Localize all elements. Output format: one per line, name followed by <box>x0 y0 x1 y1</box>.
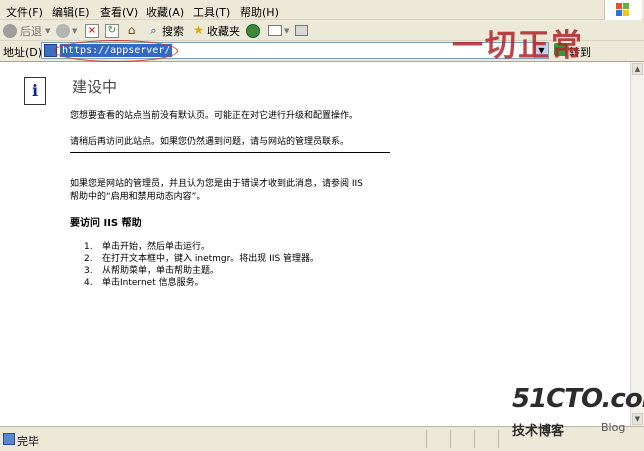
back-icon <box>3 23 17 38</box>
windows-logo-icon <box>616 3 629 16</box>
home-button[interactable]: ⌂ <box>125 22 138 39</box>
list-item: 4. 单击Internet 信息服务。 <box>84 278 204 288</box>
mail-icon <box>268 25 282 36</box>
history-icon <box>246 23 260 38</box>
menu-help[interactable]: 帮助(H) <box>240 4 279 20</box>
print-icon <box>295 25 308 36</box>
favorites-label: 收藏夹 <box>207 24 240 38</box>
menu-tools[interactable]: 工具(T) <box>193 4 230 20</box>
paragraph-admin-line1: 如果您是网站的管理员，并且认为您是由于错误才收到此消息，请参阅 IIS <box>70 179 363 189</box>
paragraph-status: 您想要查看的站点当前没有默认页。可能正在对它进行升级和配置操作。 <box>70 111 359 121</box>
vertical-scrollbar[interactable]: ▲ ▼ <box>630 62 644 426</box>
status-separator <box>450 430 451 448</box>
favorites-button[interactable]: ★ 收藏夹 <box>192 22 240 39</box>
watermark-blog: 技术博客 <box>512 424 565 439</box>
menu-favorites[interactable]: 收藏(A) <box>146 4 184 20</box>
menu-view[interactable]: 查看(V) <box>100 4 138 20</box>
forward-icon <box>56 23 70 38</box>
history-button[interactable] <box>246 22 260 39</box>
search-label: 搜索 <box>162 24 184 38</box>
home-icon: ⌂ <box>127 23 136 37</box>
scroll-up-icon[interactable]: ▲ <box>632 63 643 75</box>
stop-icon: × <box>85 23 99 38</box>
list-item: 2. 在打开文本框中，键入 inetmgr。将出现 IIS 管理器。 <box>84 254 320 264</box>
paragraph-retry: 请稍后再访问此站点。如果您仍然遇到问题，请与网站的管理员联系。 <box>70 137 350 147</box>
page-done-icon <box>3 433 15 445</box>
stamp-overlay: 一切正常 <box>452 28 584 64</box>
info-icon: i <box>24 77 46 105</box>
refresh-icon: ↻ <box>105 23 119 38</box>
status-separator <box>498 430 499 448</box>
chevron-down-icon: ▼ <box>45 26 51 35</box>
list-item: 1. 单击开始，然后单击运行。 <box>84 242 211 252</box>
refresh-button[interactable]: ↻ <box>105 22 119 39</box>
status-separator <box>474 430 475 448</box>
page-content: i 建设中 您想要查看的站点当前没有默认页。可能正在对它进行升级和配置操作。 请… <box>0 62 630 426</box>
divider <box>70 152 390 153</box>
stop-button[interactable]: × <box>85 22 99 39</box>
windows-logo <box>604 0 642 20</box>
status-text: 完毕 <box>17 435 39 448</box>
chevron-down-icon: ▼ <box>72 26 78 35</box>
search-icon: ⌕ <box>150 24 157 37</box>
help-heading: 要访问 IIS 帮助 <box>70 218 142 229</box>
print-button[interactable] <box>295 22 308 39</box>
paragraph-admin-line2: 帮助中的“启用和禁用动态内容”。 <box>70 192 206 202</box>
scroll-down-icon[interactable]: ▼ <box>632 413 643 425</box>
back-label: 后退 <box>20 24 42 38</box>
watermark-site: 51CTO.com <box>512 384 644 414</box>
list-item: 3. 从帮助菜单，单击帮助主题。 <box>84 266 220 276</box>
forward-button[interactable]: ▼ <box>56 22 77 39</box>
page-title: 建设中 <box>72 78 118 96</box>
back-button[interactable]: 后退 ▼ <box>3 22 50 39</box>
menu-file[interactable]: 文件(F) <box>6 4 43 20</box>
menu-bar: 文件(F) 编辑(E) 查看(V) 收藏(A) 工具(T) 帮助(H) <box>0 0 644 20</box>
address-label: 地址(D) <box>3 46 43 59</box>
search-button[interactable]: ⌕ 搜索 <box>147 22 184 39</box>
chevron-down-icon: ▼ <box>284 26 290 35</box>
favorites-icon: ★ <box>193 23 204 37</box>
mail-button[interactable]: ▼ <box>268 22 289 39</box>
help-steps: 1. 单击开始，然后单击运行。 2. 在打开文本框中，键入 inetmgr。将出现 … <box>84 241 319 289</box>
menu-edit[interactable]: 编辑(E) <box>52 4 90 20</box>
status-separator <box>426 430 427 448</box>
annotation-circle <box>54 40 178 62</box>
watermark-blog-en: Blog <box>601 421 626 434</box>
